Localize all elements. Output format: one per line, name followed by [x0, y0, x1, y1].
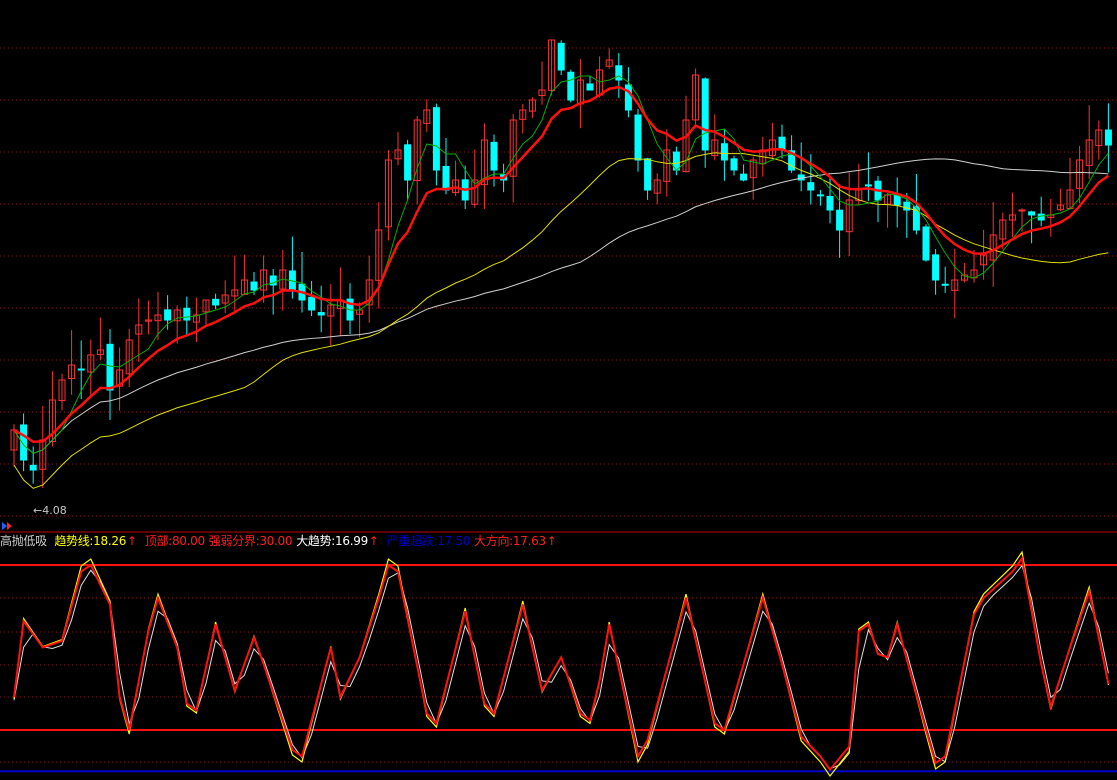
- candle-down: [941, 283, 949, 286]
- indicator-legend: 高抛低吸 趋势线:18.26↑ 顶部:80.00 强弱分界:30.00 大趋势:16.…: [0, 533, 565, 549]
- ma-fast-line: [13, 75, 1109, 454]
- candle-down: [557, 42, 565, 71]
- candle-down: [29, 464, 37, 471]
- ma-long-line: [13, 158, 1109, 454]
- candle-down: [730, 158, 738, 171]
- up-arrow-icon: ↑: [368, 534, 379, 548]
- legend-item: 顶部:80.00: [144, 534, 205, 548]
- legend-item: 强弱分界:30.00: [208, 534, 293, 548]
- oscillator-red-line: [13, 555, 1110, 772]
- candle-down: [308, 296, 316, 311]
- scroll-right-icon: [7, 522, 12, 530]
- candle-down: [816, 194, 824, 197]
- candle-down: [250, 281, 258, 291]
- candle-down: [778, 136, 786, 151]
- oscillator-white-line: [13, 564, 1109, 770]
- candle-down: [864, 184, 872, 187]
- legend-item: 严重超跌:17.50: [386, 534, 471, 548]
- oscillator-yellow-line: [13, 550, 1109, 777]
- candle-up: [1018, 209, 1026, 212]
- candle-down: [922, 226, 930, 261]
- candle-down: [644, 158, 652, 191]
- candle-down: [836, 209, 844, 231]
- scroll-left-icon: [2, 522, 7, 530]
- candle-down: [317, 312, 325, 316]
- candle-down: [164, 309, 172, 321]
- up-arrow-icon: ↑: [546, 534, 557, 548]
- low-price-marker: ←4.08: [33, 504, 67, 517]
- candle-down: [634, 114, 642, 161]
- candle-down: [1028, 211, 1036, 216]
- candle-down: [807, 182, 815, 191]
- candle-down: [106, 343, 114, 391]
- ema-red-line: [13, 85, 1110, 443]
- candle-down: [567, 71, 575, 101]
- candle-down: [432, 107, 440, 171]
- candle-down: [720, 143, 728, 161]
- candle-down: [77, 368, 85, 371]
- legend-item: 趋势线:18.26↑: [54, 534, 137, 548]
- candle-down: [624, 84, 632, 111]
- candle-down: [740, 173, 748, 181]
- indicator-name: 高抛低吸: [0, 534, 47, 548]
- candle-down: [932, 254, 940, 281]
- up-arrow-icon: ↑: [127, 534, 137, 548]
- candle-down: [212, 298, 220, 306]
- legend-item: 大趋势:16.99↑: [296, 534, 379, 548]
- candle-down: [701, 78, 709, 151]
- candle-down: [1104, 129, 1112, 146]
- candle-down: [490, 141, 498, 171]
- candle-down: [586, 83, 594, 91]
- candle-down: [183, 307, 191, 321]
- stock-chart: [0, 39, 1117, 777]
- candle-down: [404, 144, 412, 181]
- candle-down: [442, 165, 450, 191]
- candle-down: [826, 195, 834, 211]
- legend-item: 大方向:17.63↑: [474, 534, 557, 548]
